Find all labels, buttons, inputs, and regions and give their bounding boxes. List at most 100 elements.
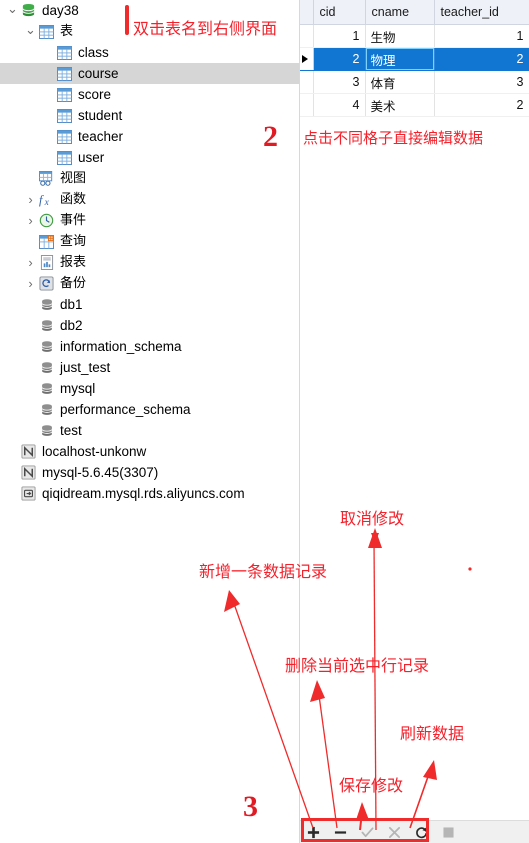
table-icon (55, 45, 74, 61)
database-gray-icon (37, 381, 56, 397)
data-grid-panel[interactable]: cid cname teacher_id 1 生物 1 2 物理 2 3 体育 3 4 美术 2 (300, 0, 529, 843)
table-row[interactable]: 3 体育 3 (300, 70, 529, 94)
table-icon (55, 150, 74, 166)
stop-button[interactable] (435, 821, 462, 843)
database-gray-icon (37, 360, 56, 376)
tree-node-[interactable]: 查询 (0, 231, 299, 252)
row-indicator-cell[interactable] (300, 24, 314, 48)
tree-node-label: 表 (60, 23, 74, 39)
tree-node-user[interactable]: user (0, 147, 299, 168)
tree-node-label: 查询 (60, 233, 87, 249)
tree-node-information_schema[interactable]: information_schema (0, 336, 299, 357)
cell-cid[interactable]: 1 (313, 24, 366, 48)
tree-node-label: user (78, 149, 105, 165)
event-clock-icon (37, 213, 56, 229)
tree-node-[interactable]: 视图 (0, 168, 299, 189)
chevron-right-icon[interactable] (24, 214, 37, 227)
cell-cname[interactable]: 体育 (365, 70, 435, 94)
tree-node-label: test (60, 422, 82, 438)
save-changes-button[interactable] (354, 821, 381, 843)
chevron-right-icon[interactable] (24, 193, 37, 206)
database-gray-icon (37, 423, 56, 439)
tree-node-label: db1 (60, 296, 83, 312)
tree-node-class[interactable]: class (0, 42, 299, 63)
tree-node-label: 报表 (60, 254, 87, 270)
table-row[interactable]: 4 美术 2 (300, 93, 529, 117)
table-icon (55, 108, 74, 124)
chevron-right-icon[interactable] (24, 277, 37, 290)
database-gray-icon (37, 318, 56, 334)
object-tree-panel[interactable]: day38 表class course score student teacher user… (0, 0, 299, 843)
column-header-cid[interactable]: cid (313, 0, 366, 25)
chevron-down-icon[interactable] (24, 25, 37, 38)
tree-node-label: 备份 (60, 275, 87, 291)
cell-cname[interactable]: 物理 (365, 47, 435, 71)
cell-teacher-id[interactable]: 3 (434, 70, 529, 94)
tree-node-mysql[interactable]: mysql (0, 378, 299, 399)
connection-icon (19, 444, 38, 460)
tree-node-db1[interactable]: db1 (0, 294, 299, 315)
tree-node-db2[interactable]: db2 (0, 315, 299, 336)
tree-node-performance_schema[interactable]: performance_schema (0, 399, 299, 420)
database-gray-icon (37, 402, 56, 418)
column-header-cname[interactable]: cname (365, 0, 435, 25)
tree-node-label: class (78, 44, 109, 60)
table-icon (55, 129, 74, 145)
tree-node-[interactable]: 备份 (0, 273, 299, 294)
function-fx-icon: fx (37, 192, 56, 208)
cell-cid[interactable]: 4 (313, 93, 366, 117)
delete-record-button[interactable] (327, 821, 354, 843)
table-row[interactable]: 2 物理 2 (300, 47, 529, 71)
refresh-data-button[interactable] (408, 821, 435, 843)
database-gray-icon (37, 297, 56, 313)
cell-cid[interactable]: 3 (313, 70, 366, 94)
cell-teacher-id[interactable]: 2 (434, 47, 529, 71)
tree-node-label: localhost-unkonw (42, 443, 147, 459)
tree-node-student[interactable]: student (0, 105, 299, 126)
row-indicator-cell[interactable] (300, 47, 314, 71)
cancel-changes-button[interactable] (381, 821, 408, 843)
tree-node-label: 函数 (60, 191, 87, 207)
svg-text:x: x (44, 198, 50, 207)
tree-node-mysql-5.6.45(3307)[interactable]: mysql-5.6.45(3307) (0, 462, 299, 483)
row-indicator-cell[interactable] (300, 70, 314, 94)
tree-node-[interactable]: 报表 (0, 252, 299, 273)
table-icon (55, 66, 74, 82)
tree-node-day38[interactable]: day38 (0, 0, 299, 21)
chevron-right-icon[interactable] (24, 256, 37, 269)
svg-text:f: f (39, 193, 44, 207)
row-indicator-cell[interactable] (300, 93, 314, 117)
cell-cname[interactable]: 生物 (365, 24, 435, 48)
tree-node-[interactable]: 事件 (0, 210, 299, 231)
table-row[interactable]: 1 生物 1 (300, 24, 529, 48)
tree-node-test[interactable]: test (0, 420, 299, 441)
chevron-down-icon[interactable] (6, 4, 19, 17)
record-navigator-toolbar[interactable] (300, 820, 529, 843)
tree-node-label: 事件 (60, 212, 87, 228)
tree-node-label: performance_schema (60, 401, 191, 417)
tree-node-label: teacher (78, 128, 124, 144)
tree-node-just_test[interactable]: just_test (0, 357, 299, 378)
tree-node-label: just_test (60, 359, 111, 375)
report-icon (37, 255, 56, 271)
cell-teacher-id[interactable]: 1 (434, 24, 529, 48)
backup-icon (37, 276, 56, 292)
tree-node-qiqidream.mysql.rds.aliyuncs.com[interactable]: qiqidream.mysql.rds.aliyuncs.com (0, 483, 299, 504)
cell-teacher-id[interactable]: 2 (434, 93, 529, 117)
add-record-button[interactable] (300, 821, 327, 843)
cell-cid[interactable]: 2 (313, 47, 366, 71)
tree-node-[interactable]: 表 (0, 21, 299, 42)
tree-node-score[interactable]: score (0, 84, 299, 105)
tree-node-localhost-unkonw[interactable]: localhost-unkonw (0, 441, 299, 462)
database-green-icon (19, 3, 38, 19)
tree-node-label: information_schema (60, 338, 182, 354)
data-grid[interactable]: cid cname teacher_id 1 生物 1 2 物理 2 3 体育 3 4 美术 2 (300, 0, 529, 117)
database-client-window: day38 表class course score student teacher user… (0, 0, 529, 843)
tree-node-label: score (78, 86, 112, 102)
tree-node-teacher[interactable]: teacher (0, 126, 299, 147)
cell-cname[interactable]: 美术 (365, 93, 435, 117)
tree-node-label: db2 (60, 317, 83, 333)
tree-node-[interactable]: fx函数 (0, 189, 299, 210)
tree-node-course[interactable]: course (0, 63, 299, 84)
column-header-teacher-id[interactable]: teacher_id (434, 0, 529, 25)
